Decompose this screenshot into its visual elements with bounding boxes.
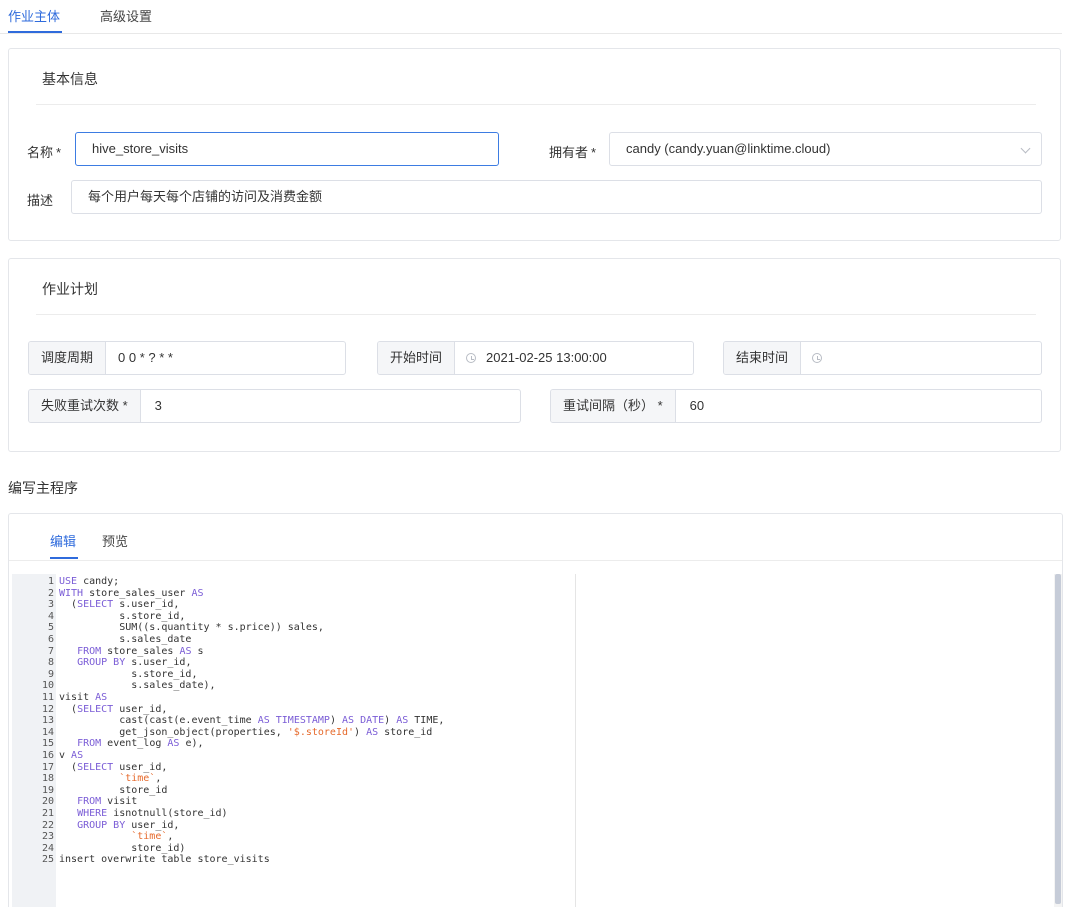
scrollbar-thumb[interactable] [1055,574,1061,904]
schedule-cycle-value[interactable]: 0 0 * ? * * [106,342,173,374]
retry-interval-value[interactable]: 60 [676,390,704,422]
owner-selected-value: candy (candy.yuan@linktime.cloud) [626,141,831,156]
line-number: 18 [41,773,54,785]
line-number: 8 [47,657,54,669]
line-number: 10 [41,680,54,692]
line-number: 14 [41,726,54,738]
basic-info-title: 基本信息 [42,71,98,87]
code-text: (SELECT user_id, [59,761,168,773]
code-text: FROM store_sales AS s [77,645,204,657]
end-time-value[interactable] [822,342,834,374]
code-text: SUM((s.quantity * s.price)) sales, [59,622,324,634]
tab-preview[interactable]: 预览 [102,531,128,550]
line-number: 4 [47,610,54,622]
code-text: WHERE isnotnull(store_id) [77,808,228,819]
chevron-down-icon [1020,143,1031,154]
line-number: 21 [41,808,54,819]
code-text: FROM event_log AS e), [77,738,204,750]
code-text: get_json_object(properties, '$.storeId')… [59,726,433,738]
line-number: 2 [47,587,54,599]
editor-scrollbar[interactable] [1054,574,1062,907]
owner-select[interactable]: candy (candy.yuan@linktime.cloud) [609,132,1042,166]
code-editor-card: 编辑 预览 1 USE candy; 2 WITH store_sales_user … [8,513,1063,907]
line-number: 20 [41,796,54,808]
code-text: store_id [59,784,168,796]
code-text: store_id) [59,842,186,854]
line-number: 19 [41,784,54,796]
active-tab-indicator [50,557,78,559]
tab-job-body[interactable]: 作业主体 [8,6,60,25]
code-text: (SELECT s.user_id, [59,599,180,611]
line-number: 24 [41,842,54,854]
line-number: 16 [41,750,54,761]
retry-count-value[interactable]: 3 [141,390,162,422]
line-number: 5 [47,622,54,634]
line-number: 7 [47,645,54,657]
code-text: cast(cast(e.event_time AS TIMESTAMP) AS … [59,715,445,727]
line-number: 1 [47,576,54,587]
code-text: USE candy; [59,576,120,587]
line-number: 25 [41,854,54,866]
code-text: `time`, [119,773,162,785]
code-text: `time`, [131,831,174,843]
code-text: WITH store_sales_user AS [59,587,204,599]
line-number: 12 [41,703,54,715]
retry-count-field[interactable]: 失败重试次数 * 3 [28,389,521,423]
code-text: GROUP BY user_id, [77,819,180,831]
description-input[interactable]: 每个用户每天每个店铺的访问及消费金额 [71,180,1042,214]
line-number: 9 [47,668,54,680]
tab-advanced-settings[interactable]: 高级设置 [100,6,152,25]
schedule-cycle-label: 调度周期 [29,342,107,374]
code-text: s.sales_date), [59,680,216,692]
retry-count-label: 失败重试次数 * [29,390,141,422]
main-program-title: 编写主程序 [8,480,78,496]
line-number: 22 [41,819,54,831]
line-number: 11 [41,692,54,703]
editor-header-divider [9,560,1062,561]
schedule-cycle-field[interactable]: 调度周期 0 0 * ? * * [28,341,346,375]
code-text: GROUP BY s.user_id, [77,657,192,669]
line-number: 13 [41,715,54,727]
code-text: s.store_id, [59,668,198,680]
end-time-label: 结束时间 [724,342,802,374]
start-time-label: 开始时间 [378,342,456,374]
card-divider [36,314,1036,315]
line-number: 17 [41,761,54,773]
name-input[interactable]: hive_store_visits [75,132,499,166]
line-number: 23 [41,831,54,843]
code-editor[interactable]: 1 USE candy; 2 WITH store_sales_user AS 3 (S… [9,574,576,907]
retry-interval-field[interactable]: 重试间隔（秒） * 60 [550,389,1042,423]
name-label: 名称 * [27,145,62,160]
code-text: insert overwrite table store_visits [59,854,270,866]
code-text: visit AS [59,692,108,703]
clock-icon [812,353,823,363]
code-text: v AS [59,750,84,761]
tab-edit[interactable]: 编辑 [50,531,76,550]
line-number: 15 [41,738,54,750]
active-tab-indicator [8,31,62,33]
code-text: FROM visit [77,796,138,808]
job-plan-card: 作业计划 调度周期 0 0 * ? * * 开始时间 2021-02-25 13… [8,258,1061,452]
clock-icon [466,353,477,363]
line-number: 3 [47,599,54,611]
job-plan-title: 作业计划 [42,281,98,297]
start-time-field[interactable]: 开始时间 2021-02-25 13:00:00 [377,341,694,375]
top-tab-bar: 作业主体 高级设置 [0,0,1062,34]
code-text: (SELECT user_id, [59,703,168,715]
start-time-value[interactable]: 2021-02-25 13:00:00 [476,342,607,374]
basic-info-card: 基本信息 名称 * hive_store_visits 拥有者 * candy (c… [8,48,1061,241]
code-text: s.sales_date [59,634,192,645]
code-text: s.store_id, [59,610,186,622]
card-divider [36,104,1036,105]
owner-label: 拥有者 * [549,145,597,160]
end-time-field[interactable]: 结束时间 [723,341,1042,375]
description-label: 描述 [27,193,54,208]
retry-interval-label: 重试间隔（秒） * [551,390,676,422]
line-number: 6 [47,634,54,645]
